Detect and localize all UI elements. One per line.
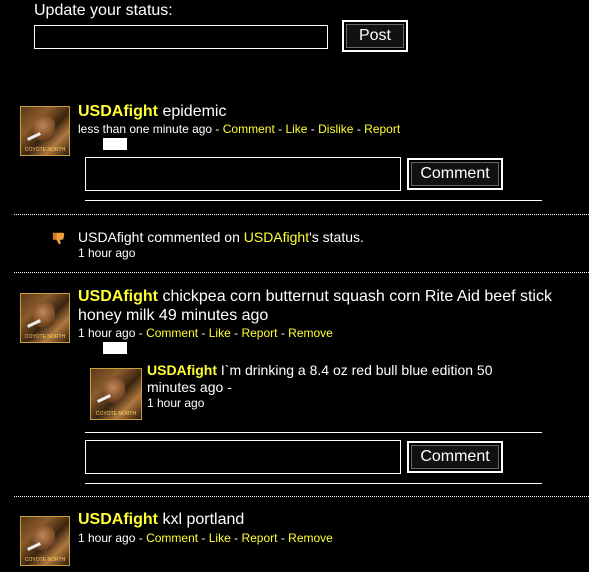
author-link[interactable]: USDAfight [78, 511, 158, 528]
comment-divider [85, 483, 542, 484]
thumbs-down-icon [51, 231, 67, 250]
post-meta: less than one minute ago - Comment - Lik… [78, 122, 401, 136]
activity-text: USDAfight commented on USDAfight's statu… [78, 229, 364, 245]
comment-link[interactable]: Comment [223, 122, 275, 136]
post-header: USDAfight epidemic [78, 102, 226, 121]
comment-button[interactable]: Comment [407, 441, 503, 473]
post-time: less than one minute ago [78, 122, 213, 136]
placeholder-box [103, 342, 127, 354]
activity-target-link[interactable]: USDAfight [244, 229, 309, 245]
like-link[interactable]: Like [209, 531, 231, 545]
author-link[interactable]: USDAfight [78, 103, 158, 120]
post-button-label: Post [358, 27, 391, 44]
report-link[interactable]: Report [364, 122, 400, 136]
post-header: USDAfight chickpea corn butternut squash… [78, 287, 583, 325]
post-separator [14, 214, 589, 215]
comment-divider [85, 200, 542, 201]
comment-input[interactable] [85, 157, 401, 191]
post-meta: 1 hour ago - Comment - Like - Report - R… [78, 326, 333, 340]
post-separator [14, 272, 589, 273]
activity-time: 1 hour ago [78, 246, 136, 260]
post-header: USDAfight kxl portland [78, 510, 244, 529]
comment-link[interactable]: Comment [146, 531, 198, 545]
like-link[interactable]: Like [285, 122, 307, 136]
post-separator [14, 496, 589, 497]
comment-button[interactable]: Comment [407, 158, 503, 190]
post-text: chickpea corn butternut squash corn Rite… [162, 288, 552, 305]
report-link[interactable]: Report [241, 531, 277, 545]
comment-input[interactable] [85, 440, 401, 474]
reply-avatar[interactable]: COYOTE NORTH [90, 368, 142, 420]
post-text: kxl portland [162, 511, 245, 528]
placeholder-box [103, 138, 127, 150]
like-link[interactable]: Like [209, 326, 231, 340]
remove-link[interactable]: Remove [288, 531, 333, 545]
comment-button-label: Comment [420, 448, 490, 465]
avatar[interactable]: COYOTE NORTH [20, 516, 70, 566]
avatar[interactable]: COYOTE NORTH [20, 293, 70, 343]
reply-author-link[interactable]: USDAfight [147, 362, 217, 378]
post-time: 1 hour ago [78, 531, 136, 545]
status-label: Update your status: [34, 2, 173, 19]
comment-link[interactable]: Comment [146, 326, 198, 340]
comment-divider [85, 432, 542, 433]
comment-button-label: Comment [420, 165, 490, 182]
reply-text: USDAfight I`m drinking a 8.4 oz red bull… [147, 362, 493, 395]
report-link[interactable]: Report [241, 326, 277, 340]
status-input[interactable] [34, 25, 328, 49]
avatar[interactable]: COYOTE NORTH [20, 106, 70, 156]
dislike-link[interactable]: Dislike [318, 122, 353, 136]
post-text-line2: honey milk 49 minutes ago [78, 307, 269, 324]
activity-author: USDAfight [78, 229, 144, 245]
author-link[interactable]: USDAfight [78, 288, 158, 305]
reply-time: 1 hour ago [147, 396, 205, 410]
post-text: epidemic [162, 103, 227, 120]
post-time: 1 hour ago [78, 326, 136, 340]
post-meta: 1 hour ago - Comment - Like - Report - R… [78, 531, 333, 545]
post-button[interactable]: Post [342, 20, 408, 52]
remove-link[interactable]: Remove [288, 326, 333, 340]
